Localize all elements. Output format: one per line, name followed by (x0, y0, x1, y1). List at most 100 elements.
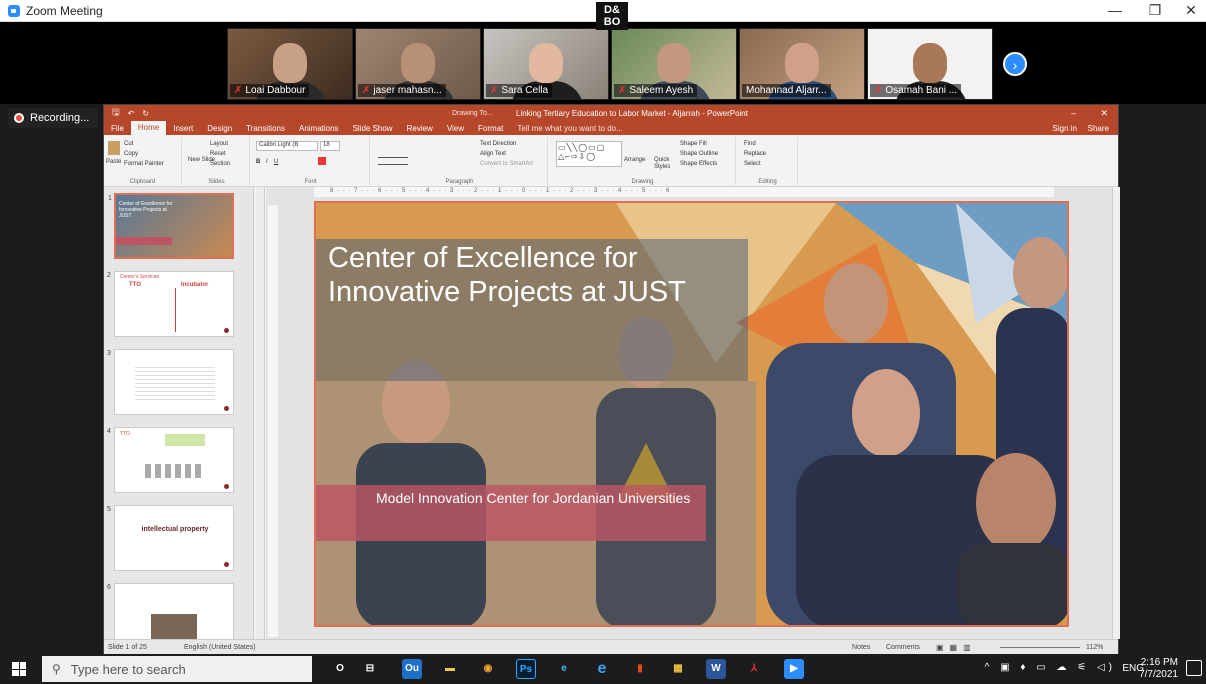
quick-styles-button[interactable]: Quick Styles (654, 157, 676, 171)
canvas-scrollbar[interactable] (1112, 187, 1120, 639)
section-button[interactable]: Section (210, 161, 230, 167)
participant-tile[interactable]: ✗ jaser mahasn... (355, 28, 481, 100)
slide-thumbnail-1[interactable]: 1 Center of Excellence for Innovative Pr… (108, 193, 234, 259)
undo-icon[interactable]: ↶ (128, 109, 135, 118)
next-participants-button[interactable]: › (1003, 52, 1027, 76)
redo-icon[interactable]: ↻ (142, 109, 149, 118)
cortana-icon[interactable]: O (330, 659, 350, 679)
record-icon (14, 113, 24, 123)
sign-in-link[interactable]: Sign in (1046, 124, 1084, 133)
shapes-gallery[interactable]: ▭╲╲◯▭▢ △⌐⇨⇩◯ (556, 141, 622, 167)
tab-view[interactable]: View (440, 124, 471, 133)
app-grid-icon[interactable]: ▦ (668, 659, 688, 679)
group-paragraph: Text Direction Align Text Convert to Sma… (372, 137, 548, 185)
thumbnail-dot (224, 328, 229, 333)
recording-indicator[interactable]: Recording... (8, 108, 98, 128)
participant-tile[interactable]: ✗ Loai Dabbour (227, 28, 353, 100)
find-button[interactable]: Find (744, 141, 756, 147)
align-icon[interactable] (378, 157, 408, 165)
font-color-icon[interactable] (318, 157, 326, 165)
task-view-icon[interactable]: ⊟ (360, 659, 380, 679)
language-status[interactable]: English (United States) (184, 644, 256, 651)
office-icon[interactable]: ▮ (630, 659, 650, 679)
ie-icon[interactable]: e (592, 659, 612, 679)
taskbar-clock[interactable]: 2:16 PM 7/7/2021 (1139, 657, 1178, 681)
tab-format[interactable]: Format (471, 124, 510, 133)
tab-review[interactable]: Review (400, 124, 440, 133)
font-name-select[interactable]: Calibri Light (B (256, 141, 318, 151)
reset-button[interactable]: Reset (210, 151, 226, 157)
mic-muted-icon: ✗ (234, 85, 243, 96)
current-slide[interactable]: Center of Excellence for Innovative Proj… (314, 201, 1069, 627)
restore-button[interactable]: ❐ (1140, 2, 1170, 19)
participant-tile[interactable]: Mohannad Aljarr... (739, 28, 865, 100)
view-buttons[interactable]: ▣▦▥ (936, 643, 977, 652)
minimize-button[interactable]: — (1100, 2, 1130, 18)
smartart-button[interactable]: Convert to SmartArt (480, 161, 533, 167)
word-icon[interactable]: W (706, 659, 726, 679)
notes-button[interactable]: Notes (852, 644, 870, 651)
slide-title[interactable]: Center of Excellence for Innovative Proj… (328, 241, 748, 309)
arrange-button[interactable]: Arrange (624, 157, 645, 163)
tab-insert[interactable]: Insert (166, 124, 200, 133)
taskbar-search[interactable]: ⚲ Type here to search (42, 656, 312, 682)
participant-tile[interactable]: ✗ Saleem Ayesh (611, 28, 737, 100)
shape-fill-button[interactable]: Shape Fill (680, 141, 707, 147)
windows-start-icon[interactable] (12, 662, 26, 676)
thumbnail-number: 4 (107, 428, 111, 435)
shape-outline-button[interactable]: Shape Outline (680, 151, 718, 157)
slide-thumbnail-5[interactable]: 5 intellectual property (107, 505, 234, 571)
zoom-app-icon (8, 4, 20, 17)
copy-button[interactable]: Copy (124, 151, 138, 157)
align-text-button[interactable]: Align Text (480, 151, 506, 157)
tell-me-search[interactable]: Tell me what you want to do... (510, 124, 629, 133)
edge-icon[interactable]: e (554, 659, 574, 679)
shape-effects-button[interactable]: Shape Effects (680, 161, 717, 167)
chrome-icon[interactable]: ◉ (478, 659, 498, 679)
slide-thumbnail-2[interactable]: 2 Center's Services TTO Incubator (107, 271, 234, 337)
tab-home[interactable]: Home (130, 121, 167, 135)
tab-animations[interactable]: Animations (292, 124, 346, 133)
ppt-close-button[interactable]: ✕ (1100, 108, 1108, 119)
slide-thumbnail-6[interactable]: 6 (107, 583, 234, 639)
font-size-select[interactable]: 18 (320, 141, 340, 151)
ppt-ribbon-tabs: File Home Insert Design Transitions Anim… (104, 121, 1118, 135)
tab-file[interactable]: File (104, 124, 131, 133)
slide-thumbnail-3[interactable]: 3 (107, 349, 234, 415)
tab-design[interactable]: Design (200, 124, 239, 133)
layout-button[interactable]: Layout (210, 141, 228, 147)
outlook-icon[interactable]: Ou (402, 659, 422, 679)
comments-button[interactable]: Comments (886, 644, 920, 651)
text-direction-button[interactable]: Text Direction (480, 141, 516, 147)
replace-button[interactable]: Replace (744, 151, 766, 157)
participant-tile[interactable]: ✗ Sara Cella (483, 28, 609, 100)
slide-subtitle[interactable]: Model Innovation Center for Jordanian Un… (376, 489, 696, 507)
system-tray-icons[interactable]: ^ ▣ ♦ ▭ ☁ ⚟ ◁) (985, 662, 1116, 673)
group-clipboard: Paste Cut Copy Format Painter Clipboard (104, 137, 182, 185)
zoom-taskbar-icon[interactable]: ▶ (784, 659, 804, 679)
tab-transitions[interactable]: Transitions (239, 124, 292, 133)
save-icon[interactable]: 🖫 (112, 105, 120, 121)
paste-button[interactable]: Paste (106, 159, 121, 165)
file-explorer-icon[interactable]: ▬ (440, 659, 460, 679)
tab-slide-show[interactable]: Slide Show (346, 124, 400, 133)
zoom-slider[interactable] (1000, 647, 1080, 648)
participant-tile[interactable]: ✗ Osamah Bani ... (867, 28, 993, 100)
underline-button[interactable]: U (274, 159, 278, 165)
photoshop-icon[interactable]: Ps (516, 659, 536, 679)
zoom-level[interactable]: 112% (1086, 644, 1103, 651)
slide-thumbnail-4[interactable]: 4 TTO (107, 427, 234, 493)
cut-button[interactable]: Cut (124, 141, 133, 147)
select-button[interactable]: Select (744, 161, 761, 167)
bold-button[interactable]: B (256, 159, 260, 165)
notification-icon[interactable] (1186, 660, 1202, 676)
ppt-minimize-button[interactable]: – (1071, 108, 1076, 118)
italic-button[interactable]: I (266, 159, 268, 165)
clock-date: 7/7/2021 (1139, 669, 1178, 680)
close-button[interactable]: ✕ (1176, 2, 1206, 19)
share-button[interactable]: Share (1081, 124, 1116, 133)
acrobat-icon[interactable]: ⅄ (744, 659, 764, 679)
format-painter-button[interactable]: Format Painter (124, 161, 164, 167)
thumbnail-scrollbar[interactable] (256, 187, 265, 639)
horizontal-ruler: 8 · · · 7 · · · 6 · · · 5 · · · 4 · · · … (314, 187, 1054, 197)
